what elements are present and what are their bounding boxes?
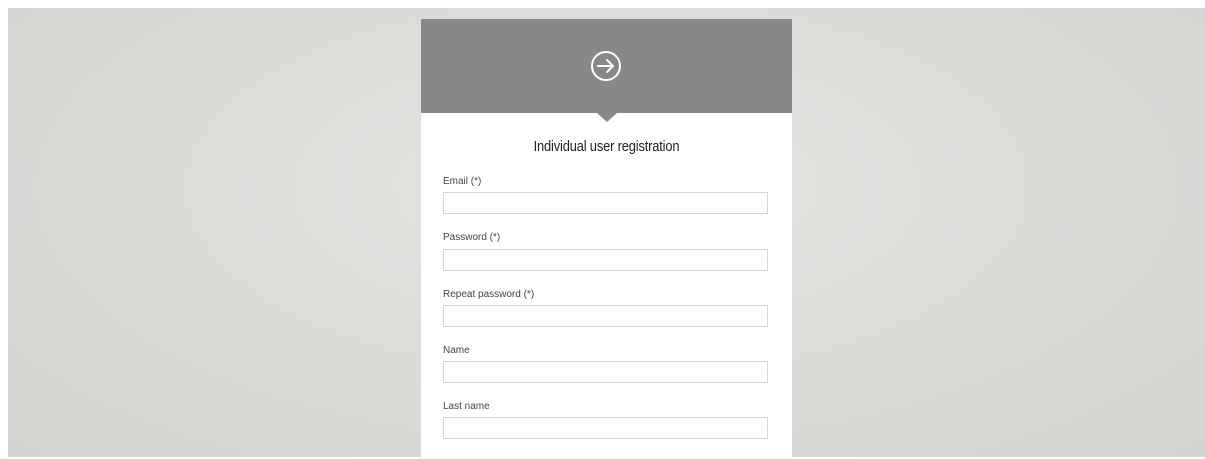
repeat-password-input[interactable]	[443, 305, 768, 327]
last-name-input[interactable]	[443, 417, 768, 439]
email-label: Email (*)	[443, 176, 482, 187]
login-arrow-icon	[591, 51, 621, 81]
password-label: Password (*)	[443, 232, 501, 243]
name-input[interactable]	[443, 361, 768, 383]
form-title: Individual user registration	[533, 138, 680, 155]
email-input[interactable]	[443, 192, 768, 214]
last-name-label: Last name	[443, 401, 490, 412]
name-label: Name	[443, 345, 470, 356]
repeat-password-label: Repeat password (*)	[443, 289, 535, 300]
registration-card: Individual user registration Email (*) P…	[421, 19, 792, 459]
header-pointer	[597, 113, 617, 122]
password-input[interactable]	[443, 249, 768, 271]
card-header	[421, 19, 792, 122]
